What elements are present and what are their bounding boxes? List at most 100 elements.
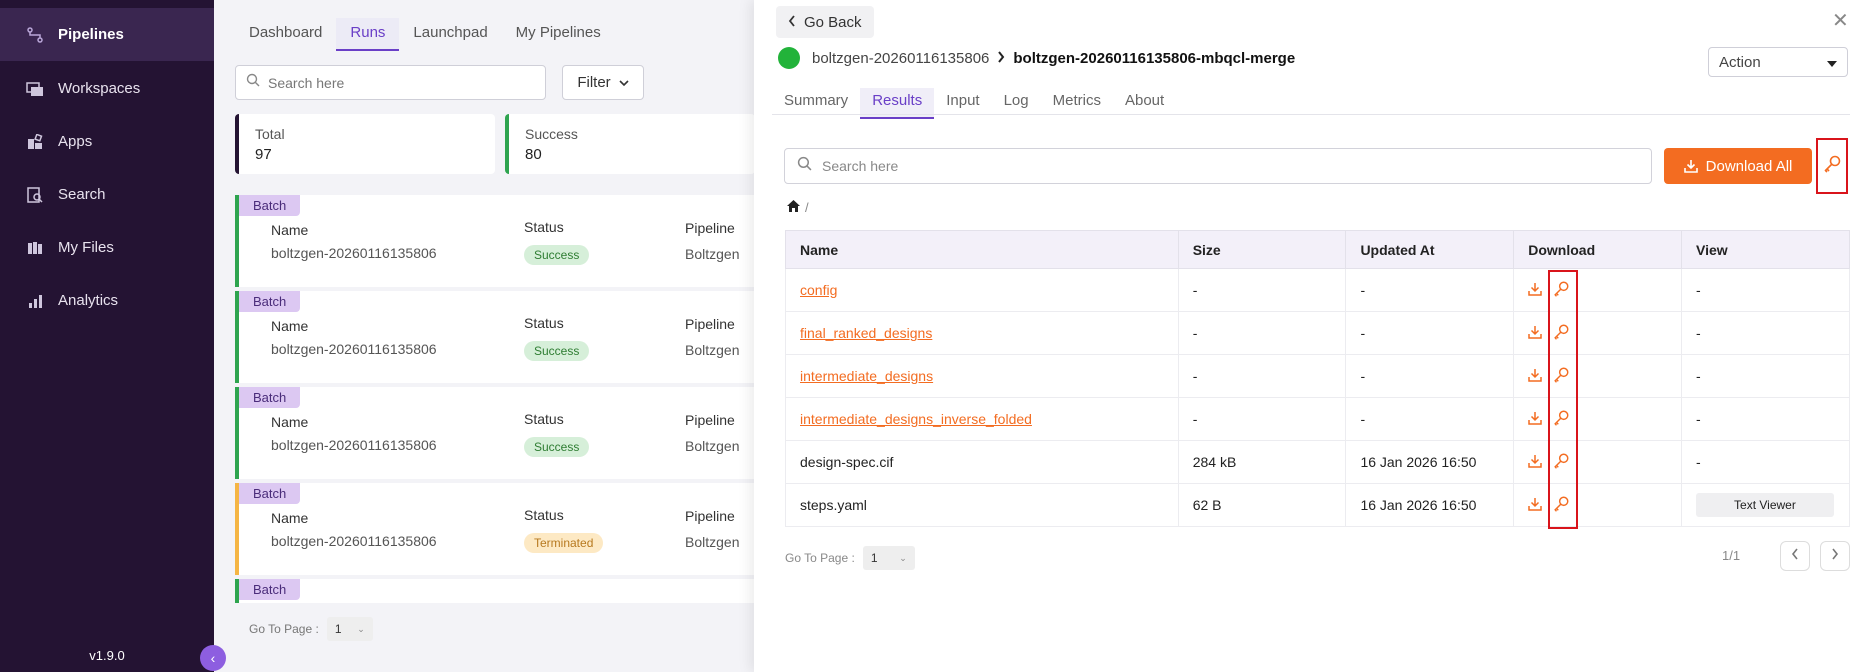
tab-runs[interactable]: Runs (336, 18, 400, 51)
stat-value: 80 (525, 146, 542, 163)
view-cell: - (1681, 397, 1850, 441)
batch-badge: Batch (239, 387, 301, 408)
size-cell: - (1177, 311, 1347, 355)
col-header-download: Download (1513, 230, 1683, 269)
folder-link[interactable]: final_ranked_designs (800, 325, 932, 341)
download-icon[interactable] (1528, 325, 1542, 342)
prev-page-button[interactable] (1780, 541, 1810, 571)
status-label: Status (524, 315, 564, 331)
sidebar-item-analytics[interactable]: Analytics (0, 274, 214, 327)
stat-label: Success (525, 126, 578, 142)
search-icon (246, 73, 260, 92)
run-card[interactable]: Batch Name boltzgen-20260116135806 Statu… (235, 291, 755, 383)
status-indicator (778, 47, 800, 69)
run-name: boltzgen-20260116135806 (271, 533, 437, 549)
view-cell: - (1681, 268, 1850, 312)
page-count: 1/1 (1722, 548, 1741, 563)
breadcrumb-parent[interactable]: boltzgen-20260116135806 (812, 50, 989, 67)
sidebar-collapse-button[interactable]: ‹ (200, 645, 226, 671)
page-select[interactable]: 1 ⌄ (862, 546, 915, 570)
run-card[interactable]: Batch (235, 579, 755, 603)
view-cell: - (1681, 354, 1850, 398)
folder-link[interactable]: intermediate_designs_inverse_folded (800, 411, 1032, 427)
col-header-updated: Updated At (1345, 230, 1515, 269)
breadcrumb-current: boltzgen-20260116135806-mbqcl-merge (1013, 50, 1296, 67)
caret-down-icon (1827, 54, 1837, 71)
run-name: boltzgen-20260116135806 (271, 341, 437, 357)
close-icon[interactable]: ✕ (1832, 8, 1849, 33)
key-icon[interactable] (1552, 366, 1570, 387)
sidebar-item-label: Pipelines (58, 26, 124, 43)
sidebar-item-apps[interactable]: Apps (0, 115, 214, 168)
folder-link[interactable]: config (800, 282, 837, 298)
folder-link[interactable]: intermediate_designs (800, 368, 933, 384)
download-icon[interactable] (1528, 368, 1542, 385)
run-name: boltzgen-20260116135806 (271, 245, 437, 261)
text-viewer-button[interactable]: Text Viewer (1696, 493, 1834, 517)
table-row: steps.yaml 62 B 16 Jan 2026 16:50 Text V… (785, 483, 1850, 527)
pipeline-label: Pipeline (685, 508, 735, 524)
tab-my-pipelines[interactable]: My Pipelines (502, 18, 615, 51)
pipeline-value: Boltzgen (685, 534, 740, 550)
status-label: Status (524, 507, 564, 523)
results-table: Name Size Updated At Download View confi… (785, 230, 1850, 527)
home-icon[interactable] (787, 200, 800, 215)
sidebar: Pipelines Workspaces Apps Search My File… (0, 0, 214, 672)
path-separator: / (805, 200, 809, 215)
share-key-button[interactable] (1816, 138, 1848, 194)
table-row: final_ranked_designs - - - (785, 311, 1850, 355)
filter-label: Filter (577, 74, 611, 91)
page-select[interactable]: 1 ⌄ (326, 617, 373, 641)
sidebar-item-label: Search (58, 186, 106, 203)
key-icon[interactable] (1552, 409, 1570, 430)
stat-success: Success 80 (505, 114, 755, 174)
updated-cell: 16 Jan 2026 16:50 (1345, 483, 1515, 527)
chevron-left-icon: ‹ (210, 650, 216, 666)
status-badge: Success (524, 245, 590, 265)
download-all-button[interactable]: Download All (1664, 148, 1812, 184)
sidebar-item-my-files[interactable]: My Files (0, 221, 214, 274)
sidebar-item-search[interactable]: Search (0, 168, 214, 221)
stat-label: Total (255, 126, 285, 142)
action-dropdown[interactable]: Action (1708, 47, 1848, 77)
files-icon (26, 239, 44, 257)
search-input[interactable] (268, 74, 528, 91)
next-page-button[interactable] (1820, 541, 1850, 571)
key-icon[interactable] (1552, 323, 1570, 344)
go-back-label: Go Back (804, 13, 862, 31)
updated-cell: 16 Jan 2026 16:50 (1345, 440, 1515, 484)
chevron-right-icon (1831, 547, 1839, 565)
download-icon[interactable] (1528, 411, 1542, 428)
chevron-down-icon (619, 74, 629, 91)
batch-badge: Batch (239, 579, 301, 600)
file-name: steps.yaml (785, 483, 1179, 527)
go-back-button[interactable]: Go Back (776, 6, 874, 38)
table-row: design-spec.cif 284 kB 16 Jan 2026 16:50… (785, 440, 1850, 484)
key-icon[interactable] (1552, 495, 1570, 516)
run-card[interactable]: Batch Name boltzgen-20260116135806 Statu… (235, 195, 755, 287)
sidebar-item-label: Apps (58, 133, 93, 150)
batch-badge: Batch (239, 195, 301, 216)
download-icon[interactable] (1528, 282, 1542, 299)
name-label: Name (271, 318, 309, 334)
filter-button[interactable]: Filter (562, 65, 644, 100)
chevron-down-icon: ⌄ (357, 623, 365, 634)
results-search-input[interactable] (822, 158, 1622, 174)
sidebar-item-label: Workspaces (58, 80, 141, 97)
key-icon[interactable] (1552, 452, 1570, 473)
sidebar-item-label: My Files (58, 239, 114, 256)
chevron-left-icon (788, 14, 796, 31)
download-icon[interactable] (1528, 497, 1542, 514)
tab-launchpad[interactable]: Launchpad (399, 18, 501, 51)
status-label: Status (524, 219, 564, 235)
sidebar-item-workspaces[interactable]: Workspaces (0, 62, 214, 115)
size-cell: - (1177, 268, 1347, 312)
download-icon[interactable] (1528, 454, 1542, 471)
tab-dashboard[interactable]: Dashboard (235, 18, 336, 51)
status-badge: Success (524, 437, 590, 457)
run-card[interactable]: Batch Name boltzgen-20260116135806 Statu… (235, 483, 755, 575)
run-card[interactable]: Batch Name boltzgen-20260116135806 Statu… (235, 387, 755, 479)
status-badge: Success (524, 341, 590, 361)
sidebar-item-pipelines[interactable]: Pipelines (0, 8, 214, 61)
key-icon[interactable] (1552, 280, 1570, 301)
